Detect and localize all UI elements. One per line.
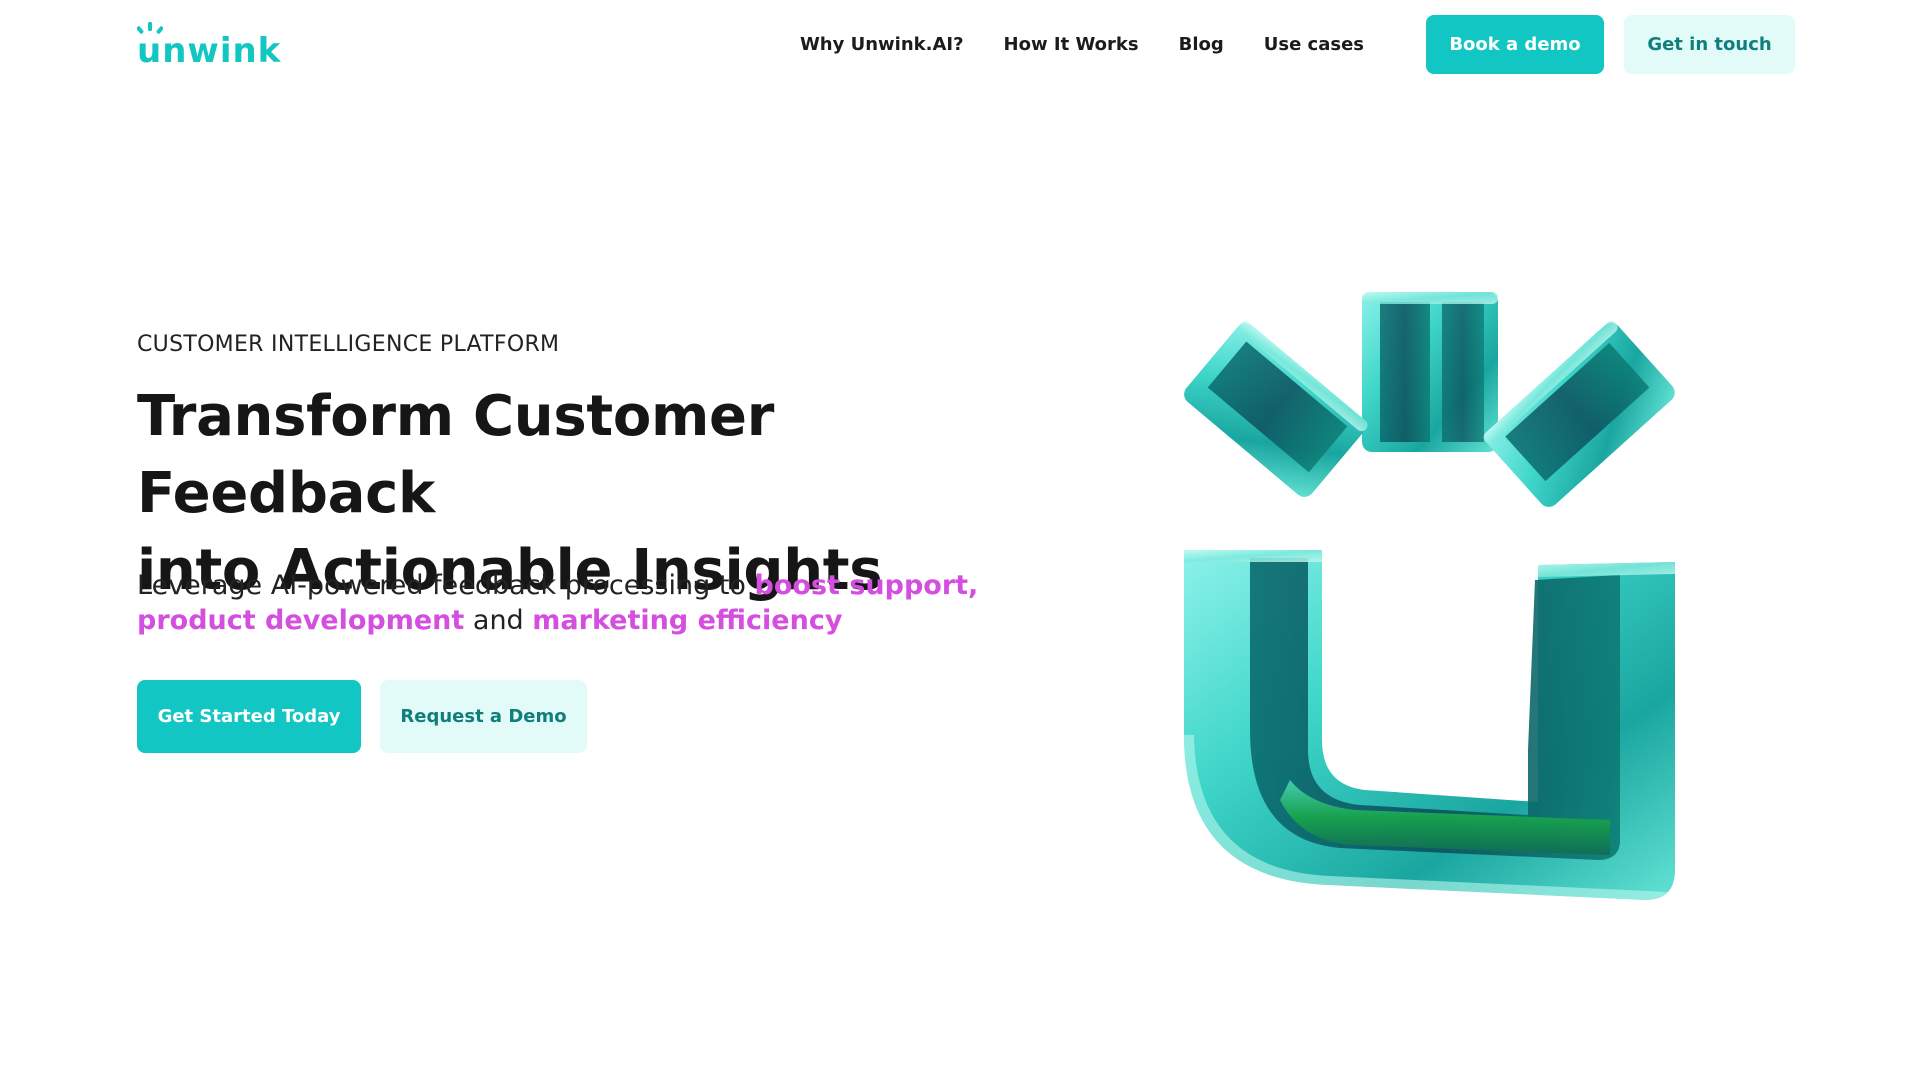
- get-in-touch-button[interactable]: Get in touch: [1624, 15, 1795, 74]
- hero-eyebrow: CUSTOMER INTELLIGENCE PLATFORM: [137, 332, 560, 357]
- nav-link-how-it-works[interactable]: How It Works: [1004, 34, 1139, 55]
- subhead-text-2: and: [464, 605, 533, 636]
- request-demo-button[interactable]: Request a Demo: [380, 680, 587, 753]
- book-demo-button[interactable]: Book a demo: [1426, 15, 1604, 74]
- site-header: unwink Why Unwink.AI? How It Works Blog …: [0, 0, 1920, 90]
- nav-link-blog[interactable]: Blog: [1179, 34, 1224, 55]
- main-nav: Why Unwink.AI? How It Works Blog Use cas…: [800, 15, 1795, 74]
- hero-subhead: Leverage AI-powered feedback processing …: [137, 568, 1037, 638]
- nav-link-use-cases[interactable]: Use cases: [1264, 34, 1364, 55]
- unwink-3d-logo-icon: [1180, 280, 1700, 900]
- get-started-button[interactable]: Get Started Today: [137, 680, 361, 753]
- subhead-text-1: Leverage AI-powered feedback processing …: [137, 570, 755, 601]
- brand-name: unwink: [137, 31, 282, 71]
- hero-headline-line1: Transform Customer Feedback: [137, 384, 775, 526]
- hero-cta-row: Get Started Today Request a Demo: [137, 680, 587, 753]
- brand-logo[interactable]: unwink: [137, 22, 309, 71]
- subhead-highlight-marketing: marketing efficiency: [532, 605, 843, 636]
- nav-link-why-unwink[interactable]: Why Unwink.AI?: [800, 34, 964, 55]
